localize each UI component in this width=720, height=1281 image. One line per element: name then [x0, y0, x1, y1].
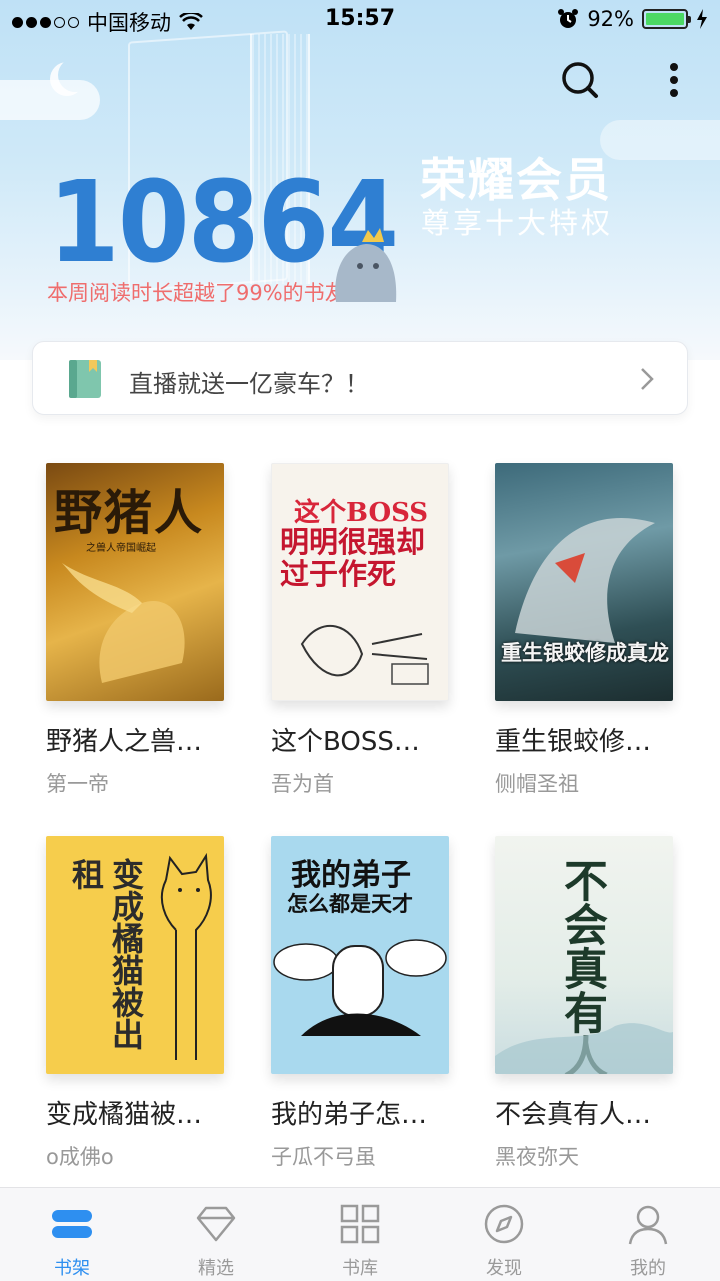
- book-author: 吾为首: [271, 772, 334, 796]
- cover-illustration: [273, 939, 447, 1036]
- battery-percent: 92%: [587, 7, 634, 31]
- user-icon: [628, 1205, 668, 1245]
- tab-label: 发现: [486, 1258, 522, 1279]
- notice-text: 直播就送一亿豪车？！: [129, 370, 369, 398]
- tab-label: 精选: [198, 1258, 234, 1279]
- search-button[interactable]: [560, 60, 600, 100]
- cat-illustration: [160, 852, 212, 1060]
- tab-label: 书架: [54, 1258, 90, 1279]
- cover-title: 变成橘猫被出租: [67, 858, 145, 1050]
- mascot-icon: [335, 228, 397, 302]
- cover-subtitle: 怎么都是天才: [287, 891, 413, 916]
- bookshelf-icon: [52, 1210, 92, 1238]
- tab-featured[interactable]: 精选: [144, 1188, 288, 1281]
- diamond-icon: [196, 1206, 236, 1242]
- notice-banner[interactable]: 直播就送一亿豪车？！: [32, 341, 688, 415]
- book-author: 黑夜弥天: [495, 1145, 579, 1169]
- cover-title: 这个BOSS: [294, 498, 429, 528]
- more-button[interactable]: [664, 60, 684, 100]
- book-cover[interactable]: 变成橘猫被出租: [46, 836, 224, 1074]
- tab-bar: 书架 精选 书库 发现 我的: [0, 1187, 720, 1281]
- book-item[interactable]: 野猪人 之兽人帝国崛起 野猪人之兽… 第一帝: [46, 463, 224, 798]
- search-icon: [562, 62, 598, 98]
- compass-icon: [484, 1204, 524, 1244]
- book-item[interactable]: 重生银蛟修成真龙 重生银蛟修… 侧帽圣祖: [495, 463, 673, 798]
- cover-title: 重生银蛟修成真龙: [501, 640, 669, 665]
- more-vertical-icon: [670, 63, 678, 97]
- moon-decoration: [58, 58, 92, 92]
- book-author: o成佛o: [46, 1145, 114, 1169]
- cover-illustration: [300, 624, 429, 685]
- book-title: 我的弟子怎…: [271, 1100, 428, 1130]
- book-icon: [69, 360, 101, 398]
- book-cover[interactable]: 野猪人 之兽人帝国崛起: [46, 463, 224, 701]
- charging-icon: [697, 9, 707, 29]
- book-title: 野猪人之兽…: [46, 727, 203, 757]
- cloud-decoration: [600, 120, 720, 160]
- reading-stat-text: 本周阅读时长超越了99%的书友: [47, 281, 346, 305]
- chevron-right-icon: [641, 368, 654, 390]
- tab-bookshelf[interactable]: 书架: [0, 1188, 144, 1281]
- status-bar: 中国移动 15:57 92%: [0, 0, 720, 40]
- tab-library[interactable]: 书库: [288, 1188, 432, 1281]
- book-cover[interactable]: 不会真有人: [495, 836, 673, 1074]
- book-item[interactable]: 这个BOSS 明明很强却过于作死 这个BOSS… 吾为首: [271, 463, 449, 798]
- book-author: 第一帝: [46, 772, 109, 796]
- member-banner[interactable]: 10864 本周阅读时长超越了99%的书友 荣耀会员 尊享十大特权: [0, 0, 720, 360]
- book-title: 重生银蛟修…: [495, 727, 652, 757]
- tab-profile[interactable]: 我的: [576, 1188, 720, 1281]
- book-cover[interactable]: 这个BOSS 明明很强却过于作死: [271, 463, 449, 701]
- book-cover[interactable]: 我的弟子 怎么都是天才: [271, 836, 449, 1074]
- cover-illustration: [495, 1023, 673, 1074]
- book-author: 侧帽圣祖: [495, 772, 579, 796]
- cover-subtitle: 之兽人帝国崛起: [86, 543, 156, 554]
- book-item[interactable]: 不会真有人 不会真有人… 黑夜弥天: [495, 836, 673, 1171]
- cover-subtitle: 明明很强却过于作死: [280, 525, 426, 591]
- tab-discover[interactable]: 发现: [432, 1188, 576, 1281]
- cover-title: 野猪人: [54, 485, 205, 541]
- tab-label: 书库: [342, 1258, 378, 1279]
- battery-icon: [642, 9, 691, 29]
- vip-subtitle: 尊享十大特权: [421, 206, 614, 240]
- cover-illustration: [62, 563, 185, 683]
- book-title: 不会真有人…: [495, 1100, 652, 1130]
- cover-illustration: [515, 517, 655, 643]
- alarm-icon: [558, 9, 579, 28]
- book-author: 子瓜不弓虽: [271, 1145, 376, 1169]
- book-title: 变成橘猫被…: [46, 1100, 203, 1130]
- book-item[interactable]: 变成橘猫被出租 变成橘猫被… o成佛o: [46, 836, 224, 1171]
- book-title: 这个BOSS…: [271, 727, 420, 757]
- book-cover[interactable]: 重生银蛟修成真龙: [495, 463, 673, 701]
- grid-icon: [340, 1204, 380, 1244]
- tab-label: 我的: [630, 1258, 666, 1279]
- book-item[interactable]: 我的弟子 怎么都是天才 我的弟子怎… 子瓜不弓虽: [271, 836, 449, 1171]
